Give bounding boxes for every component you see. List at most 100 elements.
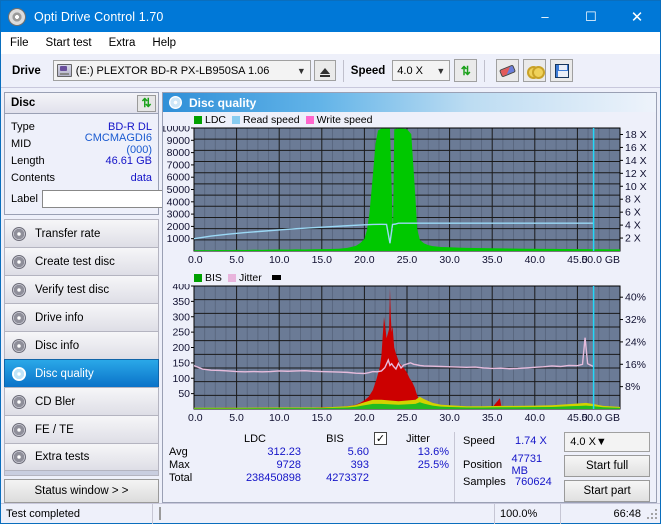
bis-jitter-chart-container[interactable]: 400 350 300 250 200 150 100 50 40% 32% 24% 16% 8% 0.0…: [163, 281, 656, 429]
ldc-chart-svg: 1000090008000700060005000400030002000100…: [161, 123, 647, 267]
sidebar-item-label: Verify test disc: [35, 283, 110, 296]
menu-item-file[interactable]: File: [10, 37, 29, 49]
svg-text:10 X: 10 X: [625, 181, 647, 193]
svg-text:12 X: 12 X: [625, 168, 647, 180]
status-text: Test completed: [1, 503, 153, 524]
stats-row-label-total: Total: [169, 472, 193, 484]
disc-label-row: Label: [11, 189, 244, 209]
disc-contents-value: data: [130, 171, 152, 184]
disc-tools-button[interactable]: [523, 59, 547, 82]
svg-text:20.0: 20.0: [354, 254, 375, 266]
speed-label: Speed: [350, 64, 386, 77]
stats-header-jitter: Jitter: [406, 432, 430, 445]
sidebar-item-disc-info[interactable]: Disc info: [4, 331, 159, 359]
svg-text:3000: 3000: [167, 209, 191, 221]
resize-grip-icon[interactable]: [646, 507, 658, 520]
panel-title: Disc quality: [189, 95, 257, 110]
stats-row-label-max: Max: [169, 459, 190, 471]
refresh-button[interactable]: ⇅: [454, 59, 478, 82]
save-icon: [554, 63, 569, 78]
chevron-down-icon: ▼: [436, 65, 446, 76]
sidebar-item-verify-test-disc[interactable]: Verify test disc: [4, 275, 159, 303]
stats-header-ldc: LDC: [243, 432, 266, 445]
disc-type-label: Type: [11, 120, 35, 133]
start-part-button[interactable]: Start part: [564, 480, 650, 502]
position-readout-label: Position: [463, 458, 503, 471]
svg-text:5000: 5000: [167, 184, 191, 196]
disc-icon: [12, 450, 26, 464]
sidebar-item-label: FE / TE: [35, 423, 74, 436]
sidebar-item-disc-quality[interactable]: Disc quality: [4, 359, 159, 387]
sidebar-item-transfer-rate[interactable]: Transfer rate: [4, 219, 159, 247]
svg-text:30.0: 30.0: [439, 412, 460, 424]
sidebar-item-create-test-disc[interactable]: Create test disc: [4, 247, 159, 275]
svg-text:5.0: 5.0: [229, 412, 244, 424]
svg-text:7000: 7000: [167, 159, 191, 171]
disc-icon: [12, 310, 26, 325]
stats-row-label-avg: Avg: [169, 446, 188, 458]
disc-section-header: Disc ⇅: [4, 92, 159, 113]
start-full-button[interactable]: Start full: [564, 455, 650, 477]
maximize-button[interactable]: ☐: [568, 1, 614, 32]
eject-icon: [319, 67, 330, 77]
legend-label-ldc: LDC: [205, 113, 227, 126]
legend-item-ldc: LDC: [194, 114, 226, 126]
panel-header: Disc quality: [163, 93, 656, 112]
svg-text:8%: 8%: [625, 381, 640, 393]
erase-button[interactable]: [496, 59, 520, 82]
test-action-buttons: 4.0 X ▼ Start full Start part: [564, 432, 650, 502]
stats-header-bis: BIS: [326, 432, 344, 445]
samples-readout-value: 760624: [515, 475, 552, 488]
position-readout-value: 47731 MB: [511, 452, 543, 477]
sidebar-item-drive-info[interactable]: Drive info: [4, 303, 159, 331]
svg-text:25.0: 25.0: [397, 412, 418, 424]
toolbar-divider-1: [342, 59, 344, 82]
menu-item-start-test[interactable]: Start test: [46, 37, 92, 49]
elapsed-time: 66:48: [560, 503, 646, 524]
stats-avg-ldc: 312.23: [267, 446, 301, 458]
jitter-checkbox[interactable]: ✓: [374, 432, 387, 445]
drive-select[interactable]: (E:) PLEXTOR BD-R PX-LB950SA 1.06 ▼: [52, 60, 311, 81]
legend-item-write-speed: Write speed: [305, 114, 373, 126]
svg-text:250: 250: [172, 327, 190, 339]
speed-select[interactable]: 4.0 X ▼: [392, 60, 451, 81]
app-disc-icon: [8, 7, 26, 26]
ldc-chart-container[interactable]: 10000 9000 8000 7000 6000 5000 4000 3000 2000 100…: [161, 123, 656, 271]
svg-text:350: 350: [172, 296, 190, 308]
svg-text:9000: 9000: [167, 135, 191, 147]
sidebar-item-cd-bler[interactable]: CD Bler: [4, 387, 159, 415]
minimize-button[interactable]: –: [522, 1, 568, 32]
svg-text:18 X: 18 X: [625, 129, 647, 141]
disc-refresh-button[interactable]: ⇅: [137, 94, 156, 112]
menu-item-help[interactable]: Help: [152, 37, 176, 49]
speed-readout-label: Speed: [463, 434, 495, 447]
svg-text:40.0: 40.0: [525, 412, 546, 424]
bis-chart-legend: BIS Jitter: [163, 271, 656, 284]
stats-max-jitter: 25.5%: [417, 459, 449, 471]
sidebar-item-fe-te[interactable]: FE / TE: [4, 415, 159, 443]
legend-marker-black: [271, 275, 281, 280]
menu-item-extra[interactable]: Extra: [109, 37, 136, 49]
error-stats-table: LDC BIS ✓ Jitter Avg 312.23 5.60 13.6% M…: [169, 432, 454, 502]
status-window-button[interactable]: Status window > >: [4, 479, 159, 503]
svg-text:200: 200: [172, 342, 190, 354]
sidebar-item-label: Transfer rate: [35, 227, 101, 240]
eraser-icon: [499, 63, 517, 78]
legend-item-read-speed: Read speed: [232, 114, 300, 126]
close-button[interactable]: ✕: [614, 1, 660, 32]
eject-button[interactable]: [313, 60, 336, 81]
sidebar-item-label: Drive info: [35, 311, 84, 324]
svg-text:20.0: 20.0: [354, 412, 375, 424]
test-speed-select[interactable]: 4.0 X ▼: [564, 432, 650, 452]
svg-text:16 X: 16 X: [625, 142, 647, 154]
svg-text:10.0: 10.0: [269, 412, 290, 424]
left-sidebar: Disc ⇅ Type BD-R DL MID CMCMAGDI6 (000) …: [4, 92, 244, 503]
legend-label-jitter: Jitter: [238, 271, 262, 284]
title-bar: Opti Drive Control 1.70 – ☐ ✕: [1, 1, 660, 32]
sidebar-item-extra-tests[interactable]: Extra tests: [4, 443, 159, 471]
disc-length-value: 46.61 GB: [105, 154, 152, 167]
save-button[interactable]: [550, 59, 574, 82]
stats-avg-jitter: 13.6%: [417, 446, 449, 458]
position-readout-row: Position 47731 MB: [463, 453, 558, 477]
main-body: Disc ⇅ Type BD-R DL MID CMCMAGDI6 (000) …: [1, 88, 660, 503]
